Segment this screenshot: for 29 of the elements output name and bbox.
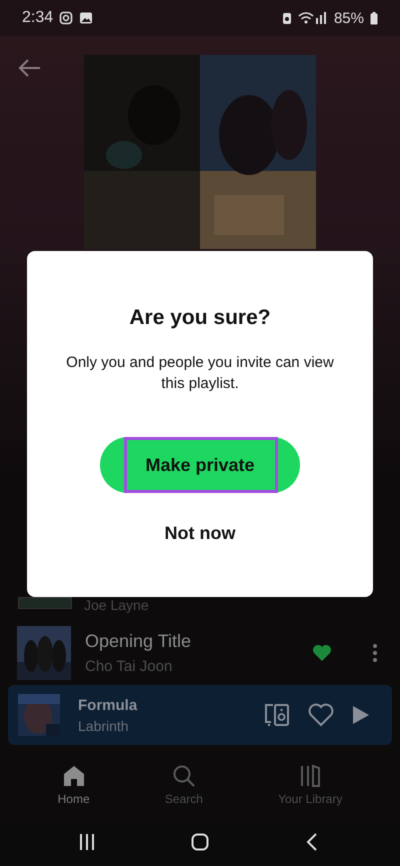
track-artist: Cho Tai Joon xyxy=(85,658,174,675)
devices-icon[interactable] xyxy=(264,703,290,727)
song-artist: Labrinth xyxy=(78,718,130,734)
back-arrow-icon[interactable] xyxy=(18,58,42,78)
play-icon[interactable] xyxy=(352,705,370,725)
track-artist: Joe Layne xyxy=(84,597,149,613)
library-icon xyxy=(298,764,322,788)
clock-time: 2:34 xyxy=(22,9,54,27)
image-icon xyxy=(79,11,94,25)
nav-tab[interactable]: Home xyxy=(58,764,90,806)
make-private-button[interactable]: Make private xyxy=(100,437,300,493)
battery-icon xyxy=(370,12,378,24)
dialog-button[interactable]: Not now xyxy=(148,517,252,550)
heart-icon[interactable] xyxy=(312,644,332,662)
song-title: Formula xyxy=(78,696,138,714)
home-icon xyxy=(62,764,86,788)
home-button-icon[interactable] xyxy=(190,832,209,850)
now-playing-bar[interactable]: Formula Labrinth xyxy=(8,685,392,745)
track-title: Opening Title xyxy=(85,631,192,652)
recent-apps-icon[interactable] xyxy=(78,832,96,850)
more-options-icon[interactable] xyxy=(372,643,378,663)
album-art-thumbnail xyxy=(18,597,72,609)
heart-icon[interactable] xyxy=(308,703,334,727)
battery-level: 85% xyxy=(334,10,364,26)
dialog-message: Only you and people you invite can view this playlist. xyxy=(65,353,335,394)
camera-icon xyxy=(59,11,74,25)
wifi-signal-icon xyxy=(298,11,328,25)
dialog-title: Are you sure? xyxy=(129,306,271,330)
search-icon xyxy=(172,764,196,788)
